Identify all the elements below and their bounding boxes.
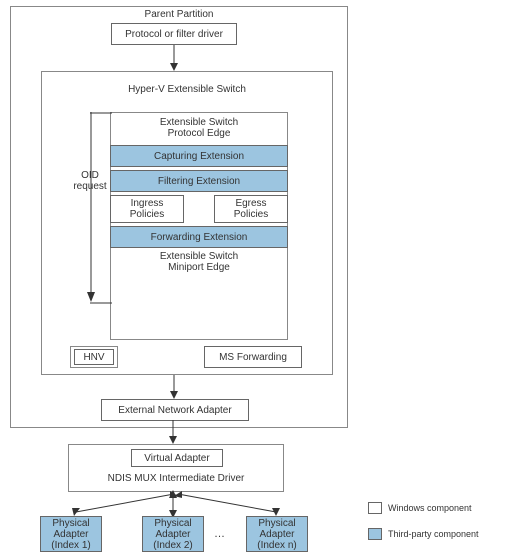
physical-adapter-1-box: Physical Adapter (Index 1) [40, 516, 102, 552]
legend-thirdparty-label: Third-party component [388, 529, 479, 539]
legend-thirdparty-row: Third-party component [368, 528, 479, 540]
virtual-adapter-label: Virtual Adapter [144, 453, 209, 464]
ms-forwarding-box: MS Forwarding [204, 346, 302, 368]
filtering-extension-label: Filtering Extension [158, 176, 240, 187]
oid-connector-bottom-icon [90, 302, 112, 304]
oid-request-arrow-icon [90, 112, 92, 302]
protocol-filter-driver-label: Protocol or filter driver [125, 29, 223, 40]
forwarding-extension-label: Forwarding Extension [151, 232, 248, 243]
extensible-switch-inner: Extensible Switch Protocol Edge Capturin… [110, 112, 288, 340]
parent-partition-container: Parent Partition Protocol or filter driv… [10, 6, 348, 428]
forwarding-extension-box: Forwarding Extension [110, 226, 288, 248]
hnv-label: HNV [83, 352, 104, 363]
ingress-policies-box: Ingress Policies [110, 195, 184, 223]
hnv-outer: HNV [70, 346, 118, 368]
parent-partition-title: Parent Partition [11, 9, 347, 20]
arrow-external-mux-icon [172, 420, 174, 444]
hyperv-switch-container: Hyper-V Extensible Switch Extensible Swi… [41, 71, 333, 375]
capturing-extension-box: Capturing Extension [110, 145, 288, 167]
external-network-adapter-label: External Network Adapter [118, 405, 231, 416]
protocol-filter-driver-box: Protocol or filter driver [111, 23, 237, 45]
hyperv-switch-title: Hyper-V Extensible Switch [42, 84, 332, 95]
hnv-box: HNV [74, 349, 114, 365]
ms-forwarding-label: MS Forwarding [219, 352, 287, 363]
physical-adapter-n-box: Physical Adapter (Index n) [246, 516, 308, 552]
ellipsis-label: … [214, 528, 225, 540]
arrow-switch-external-icon [173, 375, 175, 399]
legend-windows-swatch [368, 502, 382, 514]
capturing-extension-label: Capturing Extension [154, 151, 244, 162]
legend-windows-label: Windows component [388, 503, 472, 513]
ingress-policies-label: Ingress Policies [130, 198, 164, 220]
virtual-adapter-box: Virtual Adapter [131, 449, 223, 467]
egress-policies-box: Egress Policies [214, 195, 288, 223]
ndis-mux-container: Virtual Adapter NDIS MUX Intermediate Dr… [68, 444, 284, 492]
miniport-edge-label: Extensible Switch Miniport Edge [111, 251, 287, 273]
arrow-mux-adapter1-icon [70, 492, 180, 516]
physical-adapter-n-label: Physical Adapter (Index n) [257, 518, 296, 551]
filtering-extension-box: Filtering Extension [110, 170, 288, 192]
legend-windows-row: Windows component [368, 502, 472, 514]
physical-adapter-2-label: Physical Adapter (Index 2) [153, 518, 192, 551]
arrow-icon [173, 45, 175, 71]
protocol-edge-label: Extensible Switch Protocol Edge [111, 117, 287, 139]
physical-adapter-1-label: Physical Adapter (Index 1) [51, 518, 90, 551]
arrow-mux-adapter3-icon [174, 492, 284, 516]
egress-policies-label: Egress Policies [234, 198, 268, 220]
legend-thirdparty-swatch [368, 528, 382, 540]
physical-adapter-2-box: Physical Adapter (Index 2) [142, 516, 204, 552]
external-network-adapter-box: External Network Adapter [101, 399, 249, 421]
oid-connector-icon [90, 112, 112, 114]
ndis-mux-label: NDIS MUX Intermediate Driver [69, 473, 283, 484]
